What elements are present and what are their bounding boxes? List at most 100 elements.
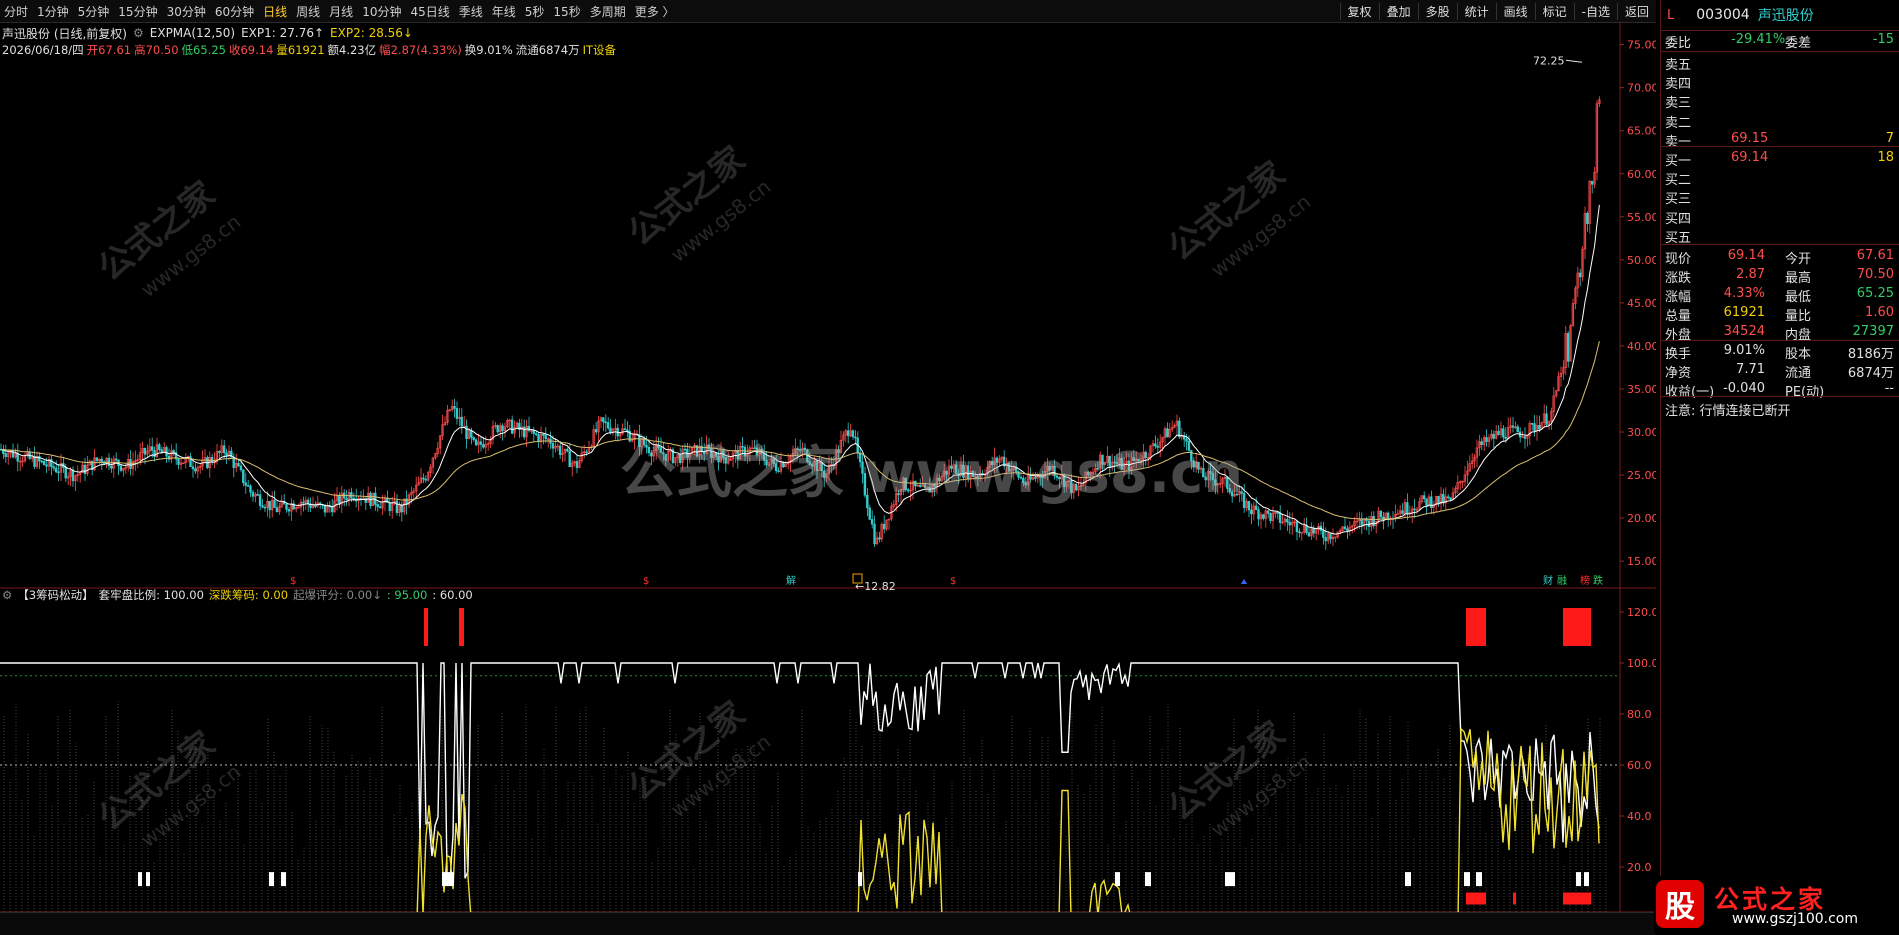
candle-body xyxy=(585,451,588,454)
stock-code[interactable]: 003004 xyxy=(1696,7,1749,23)
tool-button[interactable]: 复权 xyxy=(1339,2,1379,20)
marker-block xyxy=(1145,872,1151,887)
candle-body xyxy=(244,482,247,486)
candle-body xyxy=(345,497,348,501)
asks-label: 卖四 xyxy=(1665,77,1692,93)
period-tab[interactable]: 60分钟 xyxy=(215,3,254,20)
candle-body xyxy=(302,501,305,504)
price-tick-label: 75.00 xyxy=(1627,39,1656,52)
candle-body xyxy=(261,505,264,508)
period-tab[interactable]: 15分钟 xyxy=(118,3,157,20)
candle-body xyxy=(1329,533,1332,540)
bids-row: 买一 69.14 18 xyxy=(1661,148,1899,169)
candle-body xyxy=(16,453,19,462)
quote-change: 幅2.87(4.33%) xyxy=(379,43,462,57)
quote-turnover: 换9.01% xyxy=(464,43,513,57)
tool-button[interactable]: 多股 xyxy=(1417,2,1457,20)
rank-mark[interactable]: 榜 xyxy=(1580,574,1590,587)
event-triangle-mark[interactable] xyxy=(1241,579,1247,584)
period-tab[interactable]: 月线 xyxy=(329,3,353,20)
indicator-title[interactable]: 【3筹码松动】 xyxy=(17,587,93,603)
candle-body xyxy=(1250,509,1253,515)
period-tab[interactable]: 年线 xyxy=(492,3,516,20)
ind-tick-label: 100.0 xyxy=(1627,657,1656,670)
period-tab[interactable]: 季线 xyxy=(459,3,483,20)
marker-block xyxy=(1405,872,1411,887)
bids-label: 买三 xyxy=(1665,192,1692,208)
unlock-mark[interactable]: 解 xyxy=(786,574,796,587)
period-tab[interactable]: 分时 xyxy=(4,3,28,20)
indicator-ratio: 套牢盘比例: 100.00 xyxy=(98,588,204,602)
period-tab[interactable]: 15秒 xyxy=(553,3,580,20)
tool-button[interactable]: 标记 xyxy=(1534,2,1574,20)
bids-row: 买四 xyxy=(1661,206,1899,227)
stock-title[interactable]: 声迅股份 (日线,前复权) xyxy=(2,25,127,42)
chart-area[interactable]: 75.00 70.00 65.00 60.00 55.00 50.00 45.00 40.00… xyxy=(0,22,1656,934)
stat-row: 涨跌 2.87 最高 70.50 xyxy=(1661,265,1899,286)
candle-body xyxy=(479,441,483,445)
asks-label: 卖二 xyxy=(1665,115,1692,131)
price-tick-label: 40.00 xyxy=(1627,340,1656,353)
candle-body xyxy=(1298,531,1301,534)
period-tab[interactable]: 30分钟 xyxy=(167,3,206,20)
period-toolbar: 分时 1分钟 5分钟 15分钟 30分钟 60分钟 日线 周线 月线 10分钟 45日线 季线 年线 5秒… xyxy=(0,0,1656,23)
stat-value: 65.25 xyxy=(1856,286,1894,301)
stock-title-line: 声迅股份 (日线,前复权) ⚙ EXPMA(12,50) EXP1: 27.76… xyxy=(2,24,413,42)
tool-button[interactable]: -自选 xyxy=(1573,2,1617,20)
candle-body xyxy=(1178,420,1181,438)
ma-name[interactable]: EXPMA(12,50) xyxy=(150,26,235,40)
period-tab[interactable]: 45日线 xyxy=(410,3,449,20)
period-tab[interactable]: 1分钟 xyxy=(37,3,69,20)
period-tab[interactable]: 5分钟 xyxy=(78,3,110,20)
candle-body xyxy=(83,464,87,474)
candle-body xyxy=(1502,428,1505,438)
candle-body xyxy=(1286,518,1289,523)
weicha-label: 委差 xyxy=(1785,36,1812,51)
candle-body xyxy=(158,444,161,451)
candle-body xyxy=(566,448,569,452)
candle-body xyxy=(258,494,262,506)
price-tick-label: 55.00 xyxy=(1627,211,1656,224)
event-mark[interactable]: $ xyxy=(290,576,296,587)
stat-value: 9.01% xyxy=(1723,343,1765,358)
candle-body xyxy=(851,430,855,438)
max-price-label: 72.25 xyxy=(1533,54,1565,67)
candle-body xyxy=(1480,441,1483,446)
stock-name[interactable]: 声迅股份 xyxy=(1758,5,1814,25)
connection-notice: 注意: 行情连接已断开 xyxy=(1665,404,1791,419)
candle-body xyxy=(626,429,629,432)
candle-body xyxy=(1530,423,1534,425)
tool-button[interactable]: 画线 xyxy=(1495,2,1535,20)
event-mark[interactable]: $ xyxy=(950,576,956,587)
period-tab[interactable]: 10分钟 xyxy=(362,3,401,20)
finance-mark[interactable]: 财 xyxy=(1543,574,1553,587)
marker-block xyxy=(281,872,286,887)
period-tab[interactable]: 日线 xyxy=(263,3,287,20)
candle-body xyxy=(1324,537,1327,542)
period-tab[interactable]: 周线 xyxy=(296,3,320,20)
period-tab[interactable]: 多周期 xyxy=(590,3,626,20)
period-tab[interactable]: 5秒 xyxy=(525,3,545,20)
candle-body xyxy=(285,503,288,510)
tool-button[interactable]: 返回 xyxy=(1616,2,1656,20)
exp1-value: EXP1: 27.76↑ xyxy=(241,26,325,40)
candle-body xyxy=(249,485,252,493)
candle-body xyxy=(129,459,132,469)
candle-body xyxy=(1437,495,1440,505)
event-mark[interactable]: $ xyxy=(643,576,649,587)
quote-sector[interactable]: IT设备 xyxy=(583,42,616,58)
candle-body xyxy=(1386,512,1390,520)
watermark-small: 公式之家www.gs8.cn xyxy=(621,139,775,267)
period-tabs: 分时 1分钟 5分钟 15分钟 30分钟 60分钟 日线 周线 月线 10分钟 45日线 季线 年线 5秒… xyxy=(4,0,684,22)
tool-button[interactable]: 叠加 xyxy=(1378,2,1418,20)
candle-body xyxy=(95,457,99,461)
candle-body xyxy=(1511,425,1515,428)
settings-icon[interactable]: ⚙ xyxy=(133,26,144,40)
tool-button[interactable]: 统计 xyxy=(1456,2,1496,20)
stat-value: 61921 xyxy=(1723,305,1765,320)
indicator-settings-icon[interactable]: ⚙ xyxy=(2,588,12,602)
indicator-score: 起爆评分: 0.00↓ xyxy=(293,588,382,602)
period-tab[interactable]: 更多 〉 xyxy=(635,3,675,20)
fall-mark[interactable]: 跌 xyxy=(1593,574,1603,587)
margin-mark[interactable]: 融 xyxy=(1557,575,1567,587)
